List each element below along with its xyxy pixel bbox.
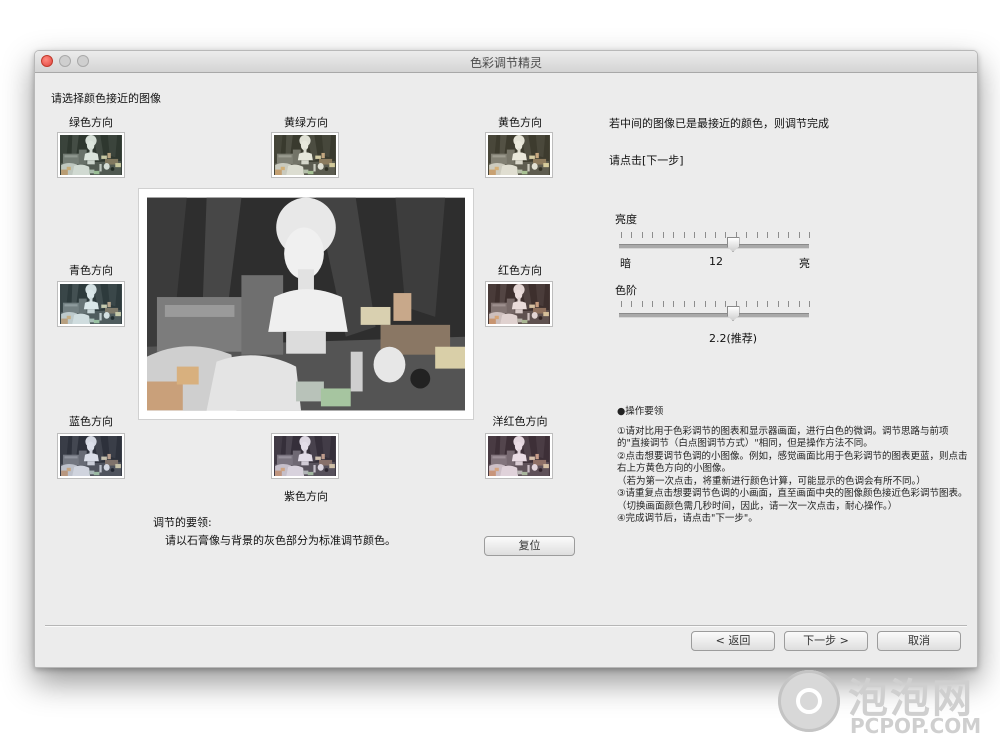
completion-info: 若中间的图像已是最接近的颜色，则调节完成	[609, 117, 829, 130]
gamma-slider-knob[interactable]	[726, 306, 740, 321]
label-blue-direction: 蓝色方向	[69, 415, 113, 428]
thumb-red-direction[interactable]	[486, 282, 552, 326]
slider-tick	[621, 232, 622, 238]
thumb-purple-direction[interactable]	[272, 434, 338, 478]
slider-tick	[683, 301, 685, 307]
label-green-direction: 绿色方向	[69, 116, 113, 129]
slider-tick	[788, 301, 790, 307]
slider-tick	[809, 232, 810, 238]
tips-text: 请以石膏像与背景的灰色部分为标准调节颜色。	[165, 534, 396, 547]
watermark-url: PCPOP.COM	[850, 714, 982, 738]
label-magenta-direction: 洋红色方向	[492, 415, 548, 428]
brightness-min-label: 暗	[620, 257, 631, 270]
note-line: （切换画面颜色需几秒时间，因此，请一次一次点击，耐心操作。）	[617, 500, 898, 512]
slider-tick	[777, 232, 779, 238]
gamma-label: 色阶	[615, 284, 637, 297]
slider-tick	[683, 232, 685, 238]
slider-tick	[704, 301, 706, 307]
slider-tick	[725, 232, 727, 238]
slider-tick	[652, 301, 654, 307]
slider-tick	[746, 301, 748, 307]
label-purple-direction: 紫色方向	[284, 490, 328, 503]
slider-tick	[673, 301, 675, 307]
note-line: ②点击想要调节色调的小图像。例如，感觉画面比用于色彩调节的图表更蓝，则点击	[617, 450, 968, 462]
tips-title: 调节的要领:	[153, 516, 212, 529]
power-logo-icon	[778, 670, 840, 732]
note-line: 右上方黄色方向的小图像。	[617, 463, 732, 474]
slider-tick	[756, 232, 758, 238]
slider-tick	[777, 301, 779, 307]
brightness-label: 亮度	[615, 213, 637, 226]
slider-tick	[725, 301, 727, 307]
next-button[interactable]: 下一步 >	[784, 631, 868, 651]
slider-tick	[673, 232, 675, 238]
slider-tick	[809, 301, 810, 307]
operation-notes: ●操作要领 ①请对比用于色彩调节的图表和显示器画面，进行白色的微调。调节思路与前…	[617, 406, 968, 526]
thumb-yellow-green-direction[interactable]	[272, 133, 338, 177]
slider-tick	[694, 301, 696, 307]
note-line: ④完成调节后，请点击"下一步"。	[617, 513, 758, 524]
label-yellow-direction: 黄色方向	[498, 116, 542, 129]
slider-tick	[641, 232, 643, 238]
window-title: 色彩调节精灵	[469, 56, 542, 70]
slider-tick	[631, 301, 633, 307]
brightness-ticks	[621, 232, 811, 238]
gamma-ticks	[621, 301, 811, 307]
label-yellow-green-direction: 黄绿方向	[284, 116, 328, 129]
note-line: （若为第一次点击，将重新进行颜色计算，可能显示的色调会有所不同。）	[617, 475, 926, 487]
gamma-slider-track[interactable]	[619, 313, 809, 318]
thumb-cyan-direction[interactable]	[58, 282, 124, 326]
slider-tick	[756, 301, 758, 307]
slider-tick	[641, 301, 643, 307]
reset-button[interactable]: 复位	[484, 536, 575, 556]
slider-tick	[798, 232, 800, 238]
label-red-direction: 红色方向	[498, 264, 542, 277]
footer-divider	[45, 625, 967, 627]
slider-tick	[652, 232, 654, 238]
select-image-heading: 请选择颜色接近的图像	[51, 92, 161, 105]
slider-tick	[704, 232, 706, 238]
slider-tick	[767, 232, 769, 238]
note-line: ③请重复点击想要调节色调的小画面，直至画面中央的图像颜色接近色彩调节图表。	[617, 488, 968, 499]
center-preview-image	[139, 189, 473, 419]
notes-title: ●操作要领	[617, 406, 664, 417]
color-adjust-wizard-window: 色彩调节精灵 请选择颜色接近的图像 绿色方向 黄绿方向 黄色方向 青色方向 红色…	[34, 50, 978, 668]
note-line: ①请对比用于色彩调节的图表和显示器画面，进行白色的微调。调节思路与前项	[617, 425, 949, 437]
slider-tick	[662, 232, 664, 238]
title-bar: 色彩调节精灵	[35, 51, 977, 73]
thumb-magenta-direction[interactable]	[486, 434, 552, 478]
gamma-value: 2.2(推荐)	[709, 332, 758, 345]
slider-tick	[767, 301, 769, 307]
pcpop-watermark: 泡泡网 PCPOP.COM	[778, 664, 988, 746]
slider-tick	[715, 232, 716, 238]
brightness-slider-knob[interactable]	[726, 237, 740, 252]
thumb-blue-direction[interactable]	[58, 434, 124, 478]
note-line: 的"直接调节（白点图调节方式）"相同，但是操作方法不同。	[617, 438, 873, 449]
thumb-yellow-direction[interactable]	[486, 133, 552, 177]
slider-tick	[746, 232, 748, 238]
brightness-slider-track[interactable]	[619, 244, 809, 249]
brightness-max-label: 亮	[799, 257, 810, 270]
cancel-button[interactable]: 取消	[877, 631, 961, 651]
slider-tick	[798, 301, 800, 307]
label-cyan-direction: 青色方向	[69, 264, 113, 277]
thumb-green-direction[interactable]	[58, 133, 124, 177]
slider-tick	[694, 232, 696, 238]
back-button[interactable]: < 返回	[691, 631, 775, 651]
slider-tick	[631, 232, 633, 238]
slider-tick	[715, 301, 716, 307]
brightness-value: 12	[709, 255, 723, 268]
slider-tick	[662, 301, 664, 307]
click-next-info: 请点击[下一步]	[609, 154, 684, 167]
slider-tick	[621, 301, 622, 307]
slider-tick	[788, 232, 790, 238]
